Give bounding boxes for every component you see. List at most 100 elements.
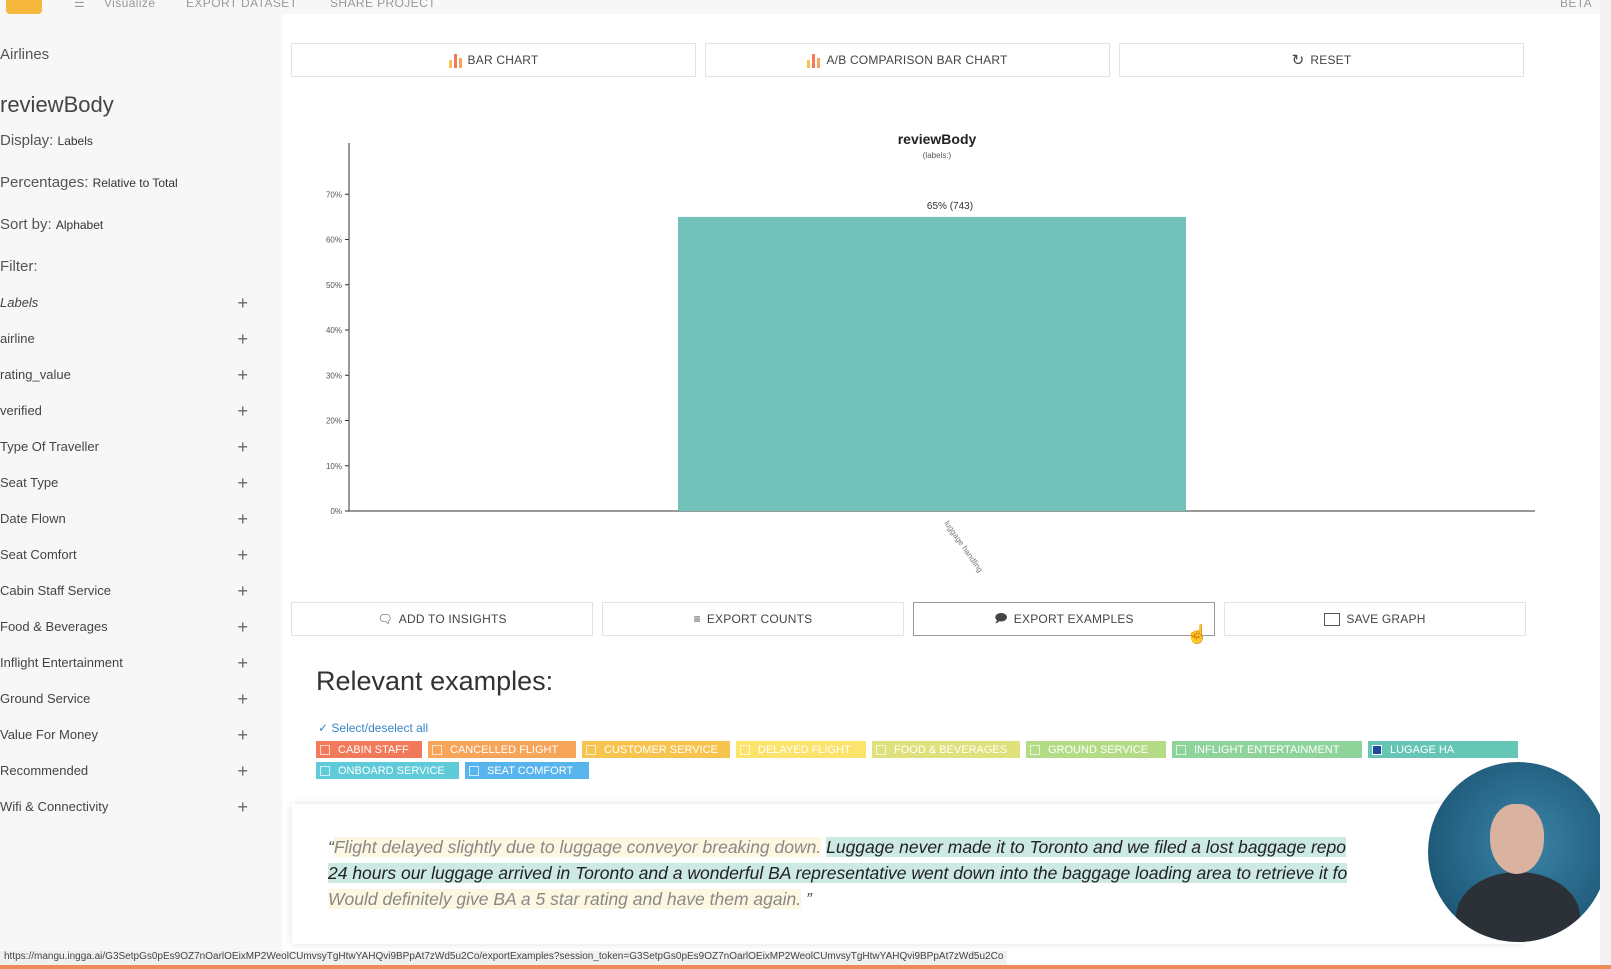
plus-icon[interactable]: + — [237, 329, 248, 350]
plus-icon[interactable]: + — [237, 509, 248, 530]
quote-segment-4: Would definitely give BA a 5 star rating… — [328, 889, 802, 909]
label-tag-text: GROUND SERVICE — [1048, 743, 1149, 756]
plus-icon[interactable]: + — [237, 473, 248, 494]
filter-item-label: Food & Beverages — [0, 619, 108, 634]
filter-item-label: rating_value — [0, 367, 71, 382]
filter-item-label: Value For Money — [0, 727, 99, 742]
status-url: https://mangu.ingga.ai/G3SetpGs0pEs9OZ7n… — [0, 951, 1008, 965]
checkbox-icon[interactable] — [740, 744, 750, 755]
filter-item[interactable]: Cabin Staff Service + — [0, 581, 248, 607]
filter-item[interactable]: Date Flown + — [0, 509, 248, 535]
bar-chart: reviewBody (labels:) 0% 10% 20% 30% 40% 50% 60% 7… — [326, 131, 1535, 574]
label-tag[interactable]: FOOD & BEVERAGES — [872, 741, 1020, 758]
bar-chart-button[interactable]: BAR CHART — [291, 43, 696, 77]
checkbox-icon[interactable] — [469, 765, 479, 776]
select-all-label: Select/deselect all — [331, 721, 429, 735]
select-all-toggle[interactable]: ✓ Select/deselect all — [318, 721, 428, 735]
filter-item[interactable]: Value For Money + — [0, 725, 248, 751]
ab-chart-icon — [807, 52, 821, 68]
label-tag[interactable]: CUSTOMER SERVICE — [582, 741, 730, 758]
export-counts-button[interactable]: ≡ EXPORT COUNTS — [602, 602, 904, 636]
filter-item-label: verified — [0, 403, 42, 418]
label-tag[interactable]: ONBOARD SERVICE — [316, 762, 459, 779]
checkbox-icon[interactable] — [876, 744, 886, 755]
share-project-button[interactable]: SHARE PROJECT — [330, 0, 436, 10]
ab-comparison-button[interactable]: A/B COMPARISON BAR CHART — [705, 43, 1110, 77]
checkbox-icon[interactable] — [432, 744, 442, 755]
scrollbar[interactable] — [1600, 0, 1611, 969]
y-tick-label: 30% — [326, 371, 342, 380]
plus-icon[interactable]: + — [237, 797, 248, 818]
y-tick-label: 50% — [326, 281, 342, 290]
save-graph-button[interactable]: SAVE GRAPH — [1224, 602, 1526, 636]
filter-item[interactable]: Recommended + — [0, 761, 248, 787]
plus-icon[interactable]: + — [237, 437, 248, 458]
filter-item-label: airline — [0, 331, 35, 346]
label-tag[interactable]: GROUND SERVICE — [1026, 741, 1166, 758]
chart-title: reviewBody — [898, 131, 977, 147]
plus-icon[interactable]: + — [237, 545, 248, 566]
plus-icon[interactable]: + — [237, 689, 248, 710]
label-tag[interactable]: SEAT COMFORT — [465, 762, 589, 779]
examples-title: Relevant examples: — [316, 666, 554, 696]
label-tag[interactable]: LUGAGE HA — [1368, 741, 1518, 758]
list-icon: ≡ — [693, 612, 701, 626]
sidebar: Airlines reviewBody Display: Labels Perc… — [0, 14, 282, 969]
add-to-insights-button[interactable]: 🗨 ADD TO INSIGHTS — [291, 602, 593, 636]
plus-icon[interactable]: + — [237, 581, 248, 602]
label-tag-text: CANCELLED FLIGHT — [450, 743, 559, 756]
plus-icon[interactable]: + — [237, 401, 248, 422]
dataset-name[interactable]: Airlines — [0, 46, 49, 63]
plus-icon[interactable]: + — [237, 365, 248, 386]
bar-data-label: 65% (743) — [927, 201, 973, 212]
export-dataset-button[interactable]: EXPORT DATASET — [186, 0, 297, 10]
filter-item[interactable]: verified + — [0, 401, 248, 427]
checkbox-icon[interactable] — [586, 744, 596, 755]
label-tag[interactable]: CANCELLED FLIGHT — [428, 741, 576, 758]
plus-icon[interactable]: + — [237, 725, 248, 746]
checked-box-icon[interactable] — [1372, 744, 1382, 755]
label-tag-text: SEAT COMFORT — [487, 764, 574, 777]
plus-icon[interactable]: + — [237, 653, 248, 674]
filter-item[interactable]: Inflight Entertainment + — [0, 653, 248, 679]
plus-icon[interactable]: + — [237, 761, 248, 782]
filter-item[interactable]: Type Of Traveller + — [0, 437, 248, 463]
filter-item[interactable]: rating_value + — [0, 365, 248, 391]
y-tick-label: 20% — [326, 417, 342, 426]
display-option[interactable]: Display: Labels — [0, 132, 93, 149]
checkbox-icon[interactable] — [1030, 744, 1040, 755]
filter-item[interactable]: Seat Comfort + — [0, 545, 248, 571]
label-tag[interactable]: DELAYED FLIGHT — [736, 741, 866, 758]
checkbox-icon[interactable] — [320, 744, 330, 755]
export-examples-button[interactable]: 🗩 EXPORT EXAMPLES — [913, 602, 1215, 636]
menu-icon[interactable]: ☰ — [74, 0, 85, 10]
filter-item-label: Cabin Staff Service — [0, 583, 112, 598]
label-tag-text: INFLIGHT ENTERTAINMENT — [1194, 743, 1340, 756]
hand-cursor-icon: ☝ — [1186, 624, 1209, 644]
filter-item[interactable]: Seat Type + — [0, 473, 248, 499]
checkbox-icon[interactable] — [320, 765, 330, 776]
filter-item[interactable]: Labels + — [0, 293, 248, 319]
label-tag[interactable]: INFLIGHT ENTERTAINMENT — [1172, 741, 1362, 758]
plus-icon[interactable]: + — [237, 617, 248, 638]
percentages-label: Percentages: — [0, 174, 89, 191]
app-logo[interactable] — [6, 0, 42, 14]
filter-item-label: Type Of Traveller — [0, 439, 99, 454]
label-tag[interactable]: CABIN STAFF — [316, 741, 422, 758]
checkbox-icon[interactable] — [1176, 744, 1186, 755]
sort-value[interactable]: Alphabet — [56, 218, 103, 232]
percentages-option[interactable]: Percentages: Relative to Total — [0, 174, 178, 191]
filter-item[interactable]: airline + — [0, 329, 248, 355]
filter-item[interactable]: Ground Service + — [0, 689, 248, 715]
visualize-tab[interactable]: Visualize — [104, 0, 155, 10]
sort-option[interactable]: Sort by: Alphabet — [0, 216, 103, 233]
reset-icon: ↻ — [1291, 52, 1305, 69]
quote-segment-1: Flight delayed slightly due to luggage c… — [333, 837, 822, 857]
filter-label: Filter: — [0, 258, 38, 275]
reset-button[interactable]: ↻ RESET — [1119, 43, 1524, 77]
percentages-value[interactable]: Relative to Total — [93, 176, 178, 190]
display-value[interactable]: Labels — [58, 134, 93, 148]
filter-item[interactable]: Wifi & Connectivity + — [0, 797, 248, 823]
plus-icon[interactable]: + — [237, 293, 248, 314]
filter-item[interactable]: Food & Beverages + — [0, 617, 248, 643]
